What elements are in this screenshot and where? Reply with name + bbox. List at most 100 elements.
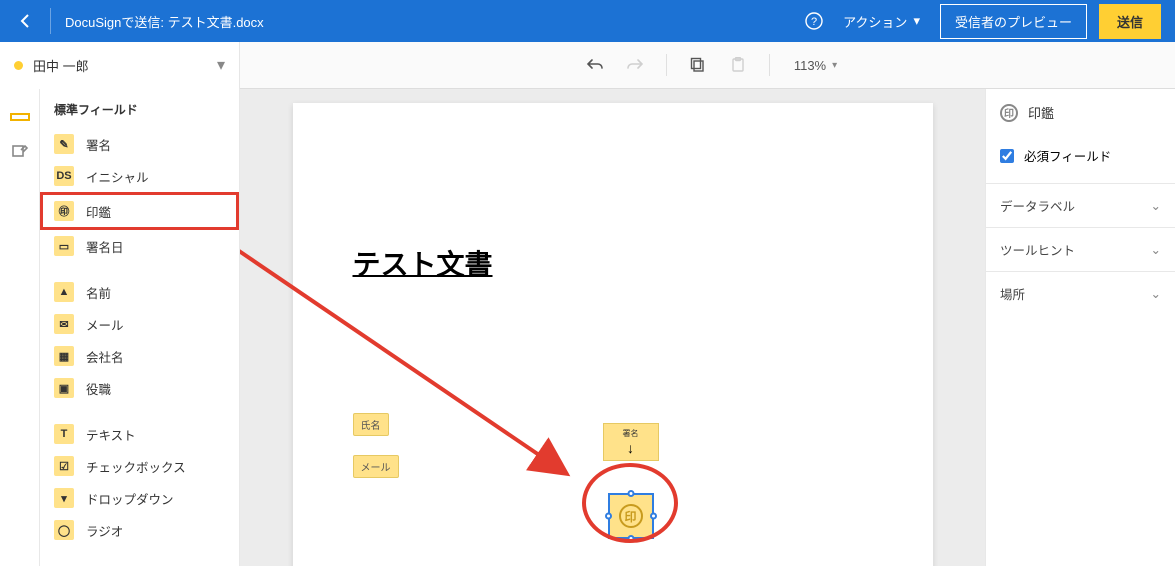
rail-fields-tab[interactable] xyxy=(0,99,40,135)
placed-signature-field[interactable]: 署名 ↓ xyxy=(603,423,659,461)
radio-icon: ◯ xyxy=(54,520,74,540)
pen-icon: ✎ xyxy=(54,134,74,154)
recipient-preview-button[interactable]: 受信者のプレビュー xyxy=(940,4,1087,39)
title-icon: ▣ xyxy=(54,378,74,398)
chevron-down-icon: ⌄ xyxy=(1151,198,1161,213)
back-button[interactable] xyxy=(14,14,36,28)
resize-handle-bottom[interactable] xyxy=(627,535,634,542)
fields-panel: 標準フィールド ✎署名DSイニシャル㊞印鑑▭署名日 ▲名前✉メール▦会社名▣役職… xyxy=(40,89,240,566)
chevron-left-icon xyxy=(20,14,30,28)
properties-section-label: 場所 xyxy=(1000,284,1025,303)
initials-icon: DS xyxy=(54,166,74,186)
stamp-seal-icon: 印 xyxy=(619,504,643,528)
required-field-label: 必須フィールド xyxy=(1024,146,1111,165)
document-canvas[interactable]: テスト文書 氏名 メール 署名 ↓ 印 xyxy=(240,89,985,566)
signature-label: 署名 xyxy=(623,428,639,439)
properties-panel: 印 印鑑 必須フィールド データラベル ⌄ ツールヒント⌄ 場所 ⌄ xyxy=(985,89,1175,566)
undo-icon xyxy=(586,56,604,74)
checkbox-icon: ☑ xyxy=(54,456,74,476)
field-item-checkbox[interactable]: ☑ チェックボックス xyxy=(40,450,239,482)
document-heading: テスト文書 xyxy=(353,243,873,283)
download-arrow-icon: ↓ xyxy=(627,440,634,456)
placed-mail-tag[interactable]: メール xyxy=(353,455,399,478)
properties-section-label: ツールヒント xyxy=(1000,240,1075,259)
field-item-initials[interactable]: DS イニシャル xyxy=(40,160,239,192)
redo-button[interactable] xyxy=(618,48,652,82)
properties-section[interactable]: 場所 ⌄ xyxy=(986,271,1175,315)
caret-down-icon: ▾ xyxy=(217,55,225,75)
field-item-label: 印鑑 xyxy=(86,202,111,221)
field-item-label: 名前 xyxy=(86,283,111,302)
placed-stamp-field[interactable]: 印 xyxy=(608,493,654,539)
field-item-label: 役職 xyxy=(86,379,111,398)
required-field-checkbox[interactable] xyxy=(1000,149,1014,163)
resize-handle-left[interactable] xyxy=(605,513,612,520)
properties-title: 印鑑 xyxy=(1028,103,1054,122)
svg-text:?: ? xyxy=(811,16,817,28)
actions-dropdown[interactable]: アクション ▾ xyxy=(843,12,920,31)
paste-button[interactable] xyxy=(721,48,755,82)
left-rail xyxy=(0,89,40,566)
field-item-company[interactable]: ▦ 会社名 xyxy=(40,340,239,372)
zoom-dropdown[interactable]: 113% ▾ xyxy=(794,58,837,73)
field-item-label: チェックボックス xyxy=(86,457,186,476)
field-item-date[interactable]: ▭ 署名日 xyxy=(40,230,239,262)
undo-button[interactable] xyxy=(578,48,612,82)
caret-down-icon: ▾ xyxy=(832,60,837,71)
company-icon: ▦ xyxy=(54,346,74,366)
fields-icon xyxy=(10,110,30,124)
top-bar: DocuSignで送信: テスト文書.docx ? アクション ▾ 受信者のプレ… xyxy=(0,0,1175,42)
document-title: DocuSignで送信: テスト文書.docx xyxy=(65,12,264,31)
properties-title-row: 印 印鑑 xyxy=(986,89,1175,136)
zoom-value: 113% xyxy=(794,58,826,73)
separator xyxy=(50,8,51,34)
required-field-checkbox-row[interactable]: 必須フィールド xyxy=(986,136,1175,183)
field-item-stamp[interactable]: ㊞印鑑 xyxy=(40,192,239,230)
properties-section[interactable]: データラベル ⌄ xyxy=(986,183,1175,227)
text-icon: T xyxy=(54,424,74,444)
redo-icon xyxy=(626,56,644,74)
field-item-name[interactable]: ▲名前 xyxy=(40,276,239,308)
stamp-icon: ㊞ xyxy=(54,201,74,221)
copy-icon xyxy=(690,57,706,73)
field-item-dropdown[interactable]: ▾ ドロップダウン xyxy=(40,482,239,514)
fields-section-title: 標準フィールド xyxy=(40,89,239,128)
field-item-radio[interactable]: ◯ ラジオ xyxy=(40,514,239,546)
recipient-color-dot xyxy=(14,61,23,70)
chevron-down-icon: ⌄ xyxy=(1151,286,1161,301)
recipient-selector[interactable]: 田中 一郎 ▾ xyxy=(0,42,240,89)
field-item-label: 会社名 xyxy=(86,347,124,366)
dropdown-icon: ▾ xyxy=(54,488,74,508)
help-button[interactable]: ? xyxy=(803,12,825,30)
rail-custom-tab[interactable] xyxy=(0,135,40,171)
separator xyxy=(769,54,770,76)
document-toolbar: 113% ▾ xyxy=(240,48,1175,82)
paste-icon xyxy=(730,57,746,73)
field-item-label: 署名 xyxy=(86,135,111,154)
copy-button[interactable] xyxy=(681,48,715,82)
main-area: 標準フィールド ✎署名DSイニシャル㊞印鑑▭署名日 ▲名前✉メール▦会社名▣役職… xyxy=(0,89,1175,566)
send-button[interactable]: 送信 xyxy=(1099,4,1161,39)
custom-fields-icon xyxy=(11,144,29,162)
actions-label: アクション xyxy=(843,12,907,31)
properties-section-label: データラベル xyxy=(1000,196,1075,215)
second-bar: 田中 一郎 ▾ 113% ▾ xyxy=(0,42,1175,89)
placed-name-tag[interactable]: 氏名 xyxy=(353,413,389,436)
field-item-label: イニシャル xyxy=(86,167,149,186)
properties-section[interactable]: ツールヒント⌄ xyxy=(986,227,1175,271)
field-item-text[interactable]: Tテキスト xyxy=(40,418,239,450)
field-item-pen[interactable]: ✎ 署名 xyxy=(40,128,239,160)
help-icon: ? xyxy=(805,12,823,30)
caret-down-icon: ▾ xyxy=(913,13,920,29)
date-icon: ▭ xyxy=(54,236,74,256)
field-item-label: ラジオ xyxy=(86,521,123,540)
recipient-name: 田中 一郎 xyxy=(33,56,217,75)
field-item-mail[interactable]: ✉メール xyxy=(40,308,239,340)
field-item-label: ドロップダウン xyxy=(86,489,174,508)
field-item-title[interactable]: ▣ 役職 xyxy=(40,372,239,404)
resize-handle-top[interactable] xyxy=(627,490,634,497)
field-item-label: 署名日 xyxy=(86,237,124,256)
separator xyxy=(666,54,667,76)
document-page[interactable]: テスト文書 氏名 メール 署名 ↓ 印 xyxy=(293,103,933,566)
resize-handle-right[interactable] xyxy=(650,513,657,520)
